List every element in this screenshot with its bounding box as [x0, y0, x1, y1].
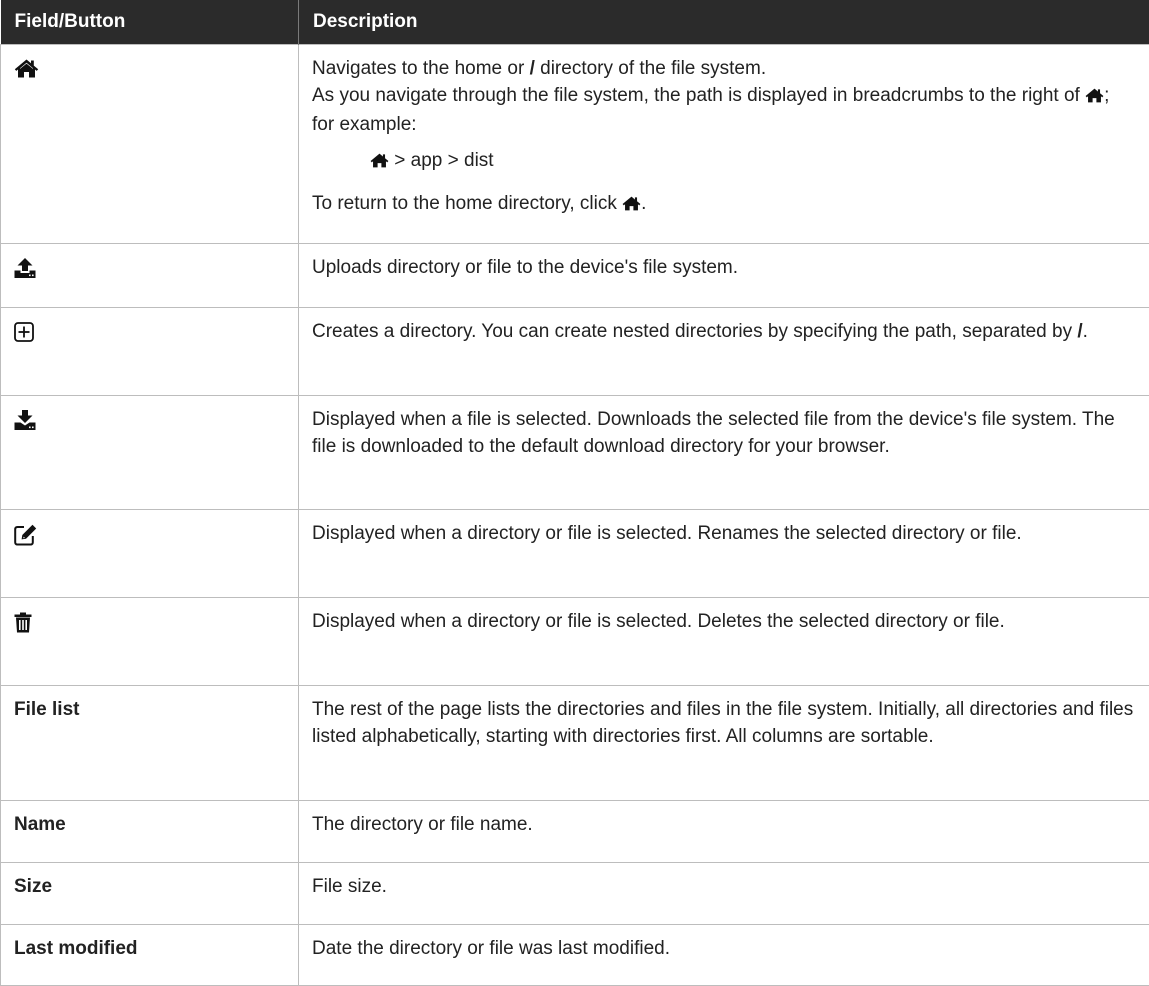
field-cell: Size — [1, 863, 299, 925]
description-cell: File size. — [299, 863, 1149, 925]
home-icon — [14, 59, 39, 86]
field-button-table: Field/Button Description Navigates to th… — [0, 0, 1149, 986]
description-cell: Navigates to the home or / directory of … — [299, 45, 1149, 244]
description-cell: Displayed when a directory or file is se… — [299, 598, 1149, 686]
description-text: directory of the file system. — [540, 58, 766, 79]
description-text: Creates a directory. You can create nest… — [312, 321, 1072, 342]
plus-square-icon — [14, 322, 34, 350]
home-icon — [1085, 84, 1104, 111]
table-row: Displayed when a directory or file is se… — [1, 510, 1149, 598]
description-cell: Displayed when a directory or file is se… — [299, 510, 1149, 598]
table-row: Displayed when a file is selected. Downl… — [1, 396, 1149, 510]
table-row: Navigates to the home or / directory of … — [1, 45, 1149, 244]
home-description: Navigates to the home or / directory of … — [312, 55, 1136, 138]
field-cell: File list — [1, 686, 299, 801]
description-cell: Uploads directory or file to the device'… — [299, 244, 1149, 308]
home-icon — [370, 149, 389, 176]
description-text: Navigates to the home or — [312, 58, 524, 79]
description-cell: The rest of the page lists the directori… — [299, 686, 1149, 801]
field-cell — [1, 244, 299, 308]
table-row: File list The rest of the page lists the… — [1, 686, 1149, 801]
description-cell: Displayed when a file is selected. Downl… — [299, 396, 1149, 510]
field-cell: Name — [1, 801, 299, 863]
field-cell — [1, 396, 299, 510]
column-header-description: Description — [299, 0, 1149, 45]
field-cell — [1, 598, 299, 686]
trash-icon — [14, 612, 32, 641]
slash-text: / — [530, 58, 535, 79]
column-header-field: Field/Button — [1, 0, 299, 45]
table-row: Last modified Date the directory or file… — [1, 925, 1149, 986]
description-cell: The directory or file name. — [299, 801, 1149, 863]
description-cell: Creates a directory. You can create nest… — [299, 308, 1149, 396]
field-cell — [1, 45, 299, 244]
table-row: Size File size. — [1, 863, 1149, 925]
description-text: . — [1083, 321, 1088, 342]
table-header-row: Field/Button Description — [1, 0, 1149, 45]
description-cell: Date the directory or file was last modi… — [299, 925, 1149, 986]
return-home-text: To return to the home directory, click . — [312, 190, 1136, 219]
table-row: Displayed when a directory or file is se… — [1, 598, 1149, 686]
breadcrumb-example: > app > dist — [370, 147, 1136, 176]
table-row: Uploads directory or file to the device'… — [1, 244, 1149, 308]
description-text: To return to the home directory, click — [312, 193, 617, 214]
download-icon — [14, 410, 36, 438]
table-row: Creates a directory. You can create nest… — [1, 308, 1149, 396]
field-cell: Last modified — [1, 925, 299, 986]
description-text: As you navigate through the file system,… — [312, 85, 1080, 106]
home-icon — [622, 192, 641, 219]
table-row: Name The directory or file name. — [1, 801, 1149, 863]
edit-icon — [14, 524, 37, 554]
upload-icon — [14, 258, 36, 286]
field-cell — [1, 510, 299, 598]
breadcrumb-text: > app > dist — [394, 150, 493, 171]
field-cell — [1, 308, 299, 396]
description-text: . — [641, 193, 646, 214]
